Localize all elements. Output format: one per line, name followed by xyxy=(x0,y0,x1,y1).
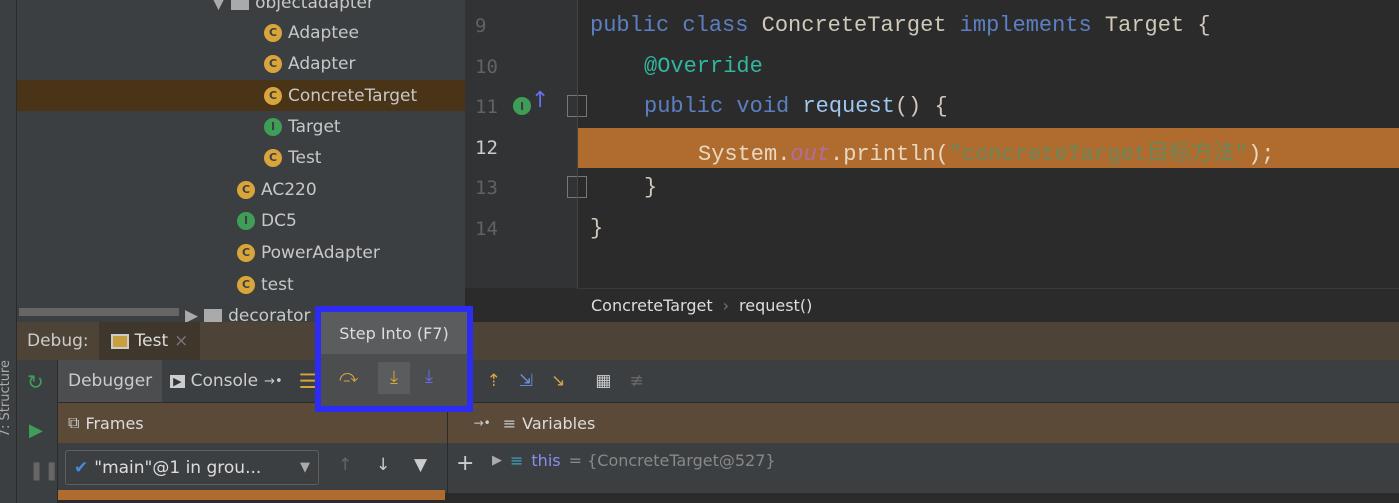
class-icon: C xyxy=(264,86,282,105)
rerun-icon[interactable]: ↻ xyxy=(27,370,44,394)
step-over-icon[interactable]: ⤼ xyxy=(339,366,358,387)
breadcrumb-class[interactable]: ConcreteTarget xyxy=(591,296,713,315)
code-line-9: public class ConcreteTarget implements T… xyxy=(590,13,1211,38)
add-watch-icon[interactable]: + xyxy=(456,451,474,476)
class-icon: C xyxy=(237,180,255,199)
line-number: 10 xyxy=(475,56,498,78)
tree-item-test-lower[interactable]: Ctest xyxy=(17,269,465,300)
frames-variables-body: ✔ "main"@1 in grou... ▼ ↑ ↓ ▼ + ▶ ≡ this = {C… xyxy=(58,403,1399,503)
console-icon: ▶ xyxy=(170,374,185,388)
left-tool-strip: 7: Structure xyxy=(0,0,17,503)
class-icon: C xyxy=(264,54,282,73)
tree-item-ac220[interactable]: C AC220 xyxy=(17,174,465,205)
main-class-icon: C xyxy=(264,148,282,167)
breadcrumb-method[interactable]: request() xyxy=(739,296,812,315)
structure-tab[interactable]: 7: Structure xyxy=(0,360,13,437)
field-icon: ≡ xyxy=(510,451,524,470)
session-icon xyxy=(110,333,129,349)
tree-item-test[interactable]: C Test xyxy=(17,142,465,173)
code-line-13: } xyxy=(644,175,658,200)
debug-label: Debug: xyxy=(27,331,89,351)
expand-icon[interactable]: ▶ xyxy=(492,453,502,468)
session-tab-test[interactable]: Test × xyxy=(98,322,201,360)
code-line-11: public void request() { xyxy=(644,94,948,119)
line-number: 12 xyxy=(475,137,498,159)
up-arrow-icon[interactable]: ↑ xyxy=(338,455,352,475)
selected-frame[interactable] xyxy=(58,490,445,500)
code-line-14: } xyxy=(590,216,604,241)
project-tree: ▼ objectadapter C Adaptee C Adapter C Concre… xyxy=(17,0,465,326)
line-number: 11 xyxy=(475,96,498,118)
line-number: 9 xyxy=(475,15,487,37)
code-line-10: @Override xyxy=(644,54,763,79)
folder-icon xyxy=(204,308,223,323)
show-execution-point-icon[interactable]: ☰ xyxy=(299,369,317,393)
frames-icon: ⧉ xyxy=(68,413,80,432)
class-icon: C xyxy=(264,23,282,42)
tab-debugger[interactable]: Debugger xyxy=(58,360,163,402)
evaluate-expression-icon[interactable]: ↘ xyxy=(551,371,565,391)
close-icon[interactable]: × xyxy=(174,331,188,351)
up-arrow-icon: ↑ xyxy=(531,88,550,113)
code-editor[interactable]: public class ConcreteTarget implements T… xyxy=(577,0,1399,288)
step-out-icon[interactable]: ⇡ xyxy=(487,371,501,391)
pin-icon[interactable]: →• xyxy=(474,416,491,430)
thread-select[interactable]: ✔ "main"@1 in grou... ▼ xyxy=(65,450,319,485)
tree-item-adapter[interactable]: C Adapter xyxy=(17,48,465,79)
horizontal-scrollbar[interactable] xyxy=(19,308,179,316)
down-arrow-icon[interactable]: ↓ xyxy=(376,455,390,475)
filter-icon[interactable]: ▼ xyxy=(414,455,427,475)
debug-toolbar: Debugger ▶ Console →• ☰ ⇡ ⇲ ↘ ▦ ≢ xyxy=(17,360,1399,402)
frames-variables-header: ⧉ Frames →• ≡ Variables xyxy=(58,403,1399,443)
code-line-12: System.out.println("concreteTarget目标方法")… xyxy=(698,142,1275,167)
debug-tab-bar: Debug: Test × xyxy=(17,322,1399,360)
tab-console[interactable]: ▶ Console →• xyxy=(162,371,291,391)
tree-item-dc5[interactable]: I DC5 xyxy=(17,205,465,236)
frames-label: Frames xyxy=(85,413,144,433)
breadcrumb: ConcreteTarget › request() xyxy=(577,288,1399,322)
variables-label: Variables xyxy=(522,413,596,433)
pause-icon[interactable]: ❚❚ xyxy=(29,460,59,481)
class-icon: C xyxy=(237,243,255,262)
line-number: 14 xyxy=(475,218,498,240)
interface-icon: I xyxy=(237,211,255,230)
tree-item-target[interactable]: I Target xyxy=(17,111,465,142)
resume-icon[interactable]: ▶ xyxy=(29,420,43,441)
folder-icon xyxy=(231,0,250,10)
line-number: 13 xyxy=(475,177,498,199)
tooltip-text: Step Into (F7) xyxy=(321,312,467,354)
main-class-icon: C xyxy=(237,275,255,294)
tree-item-adaptee[interactable]: C Adaptee xyxy=(17,17,465,48)
tree-item-objectadapter[interactable]: ▼ objectadapter xyxy=(17,0,465,18)
variables-icon: ≡ xyxy=(502,413,517,433)
calculator-icon[interactable]: ▦ xyxy=(595,371,611,391)
implements-icon[interactable]: I xyxy=(513,97,531,115)
interface-icon: I xyxy=(264,117,282,136)
trace-icon: ≢ xyxy=(629,371,644,391)
debug-side-toolbar: ↻ ▶ ❚❚ xyxy=(17,360,59,503)
force-step-into-icon[interactable]: ⤓ xyxy=(425,366,433,387)
step-into-icon[interactable]: ⤓ xyxy=(378,362,410,394)
check-icon: ✔ xyxy=(74,457,89,478)
variable-row[interactable]: ▶ ≡ this = {ConcreteTarget@527} xyxy=(492,451,776,470)
chevron-down-icon: ▼ xyxy=(300,460,310,475)
run-to-cursor-icon[interactable]: ⇲ xyxy=(519,371,533,391)
tree-item-concretetarget[interactable]: C ConcreteTarget xyxy=(17,80,465,111)
step-into-tooltip: Step Into (F7) ⤼ ⤓ ⤓ xyxy=(315,306,473,412)
tree-item-poweradapter[interactable]: C PowerAdapter xyxy=(17,237,465,268)
